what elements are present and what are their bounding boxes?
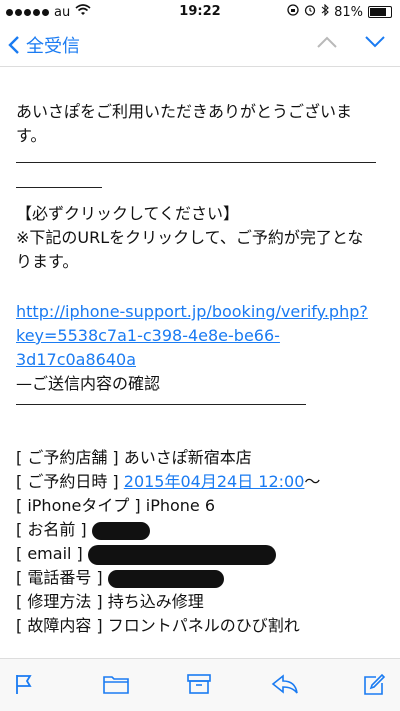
orientation-lock-icon xyxy=(287,4,299,20)
notice-line-1: ※下記のURLをクリックして、ご予約が完了とな xyxy=(16,228,364,247)
field-fault: [ 故障内容 ] フロントパネルのひび割れ xyxy=(16,616,300,635)
notice-line-2: ります。 xyxy=(16,252,79,271)
battery-percent: 81% xyxy=(334,4,363,20)
compose-icon xyxy=(364,673,386,695)
bottom-toolbar xyxy=(0,658,400,711)
status-right: 81% xyxy=(287,3,392,20)
field-phone: [ 電話番号 ] xyxy=(16,566,320,590)
redacted-block xyxy=(91,521,150,540)
back-button[interactable]: 全受信 xyxy=(8,32,80,58)
folder-icon xyxy=(103,676,129,694)
verify-link[interactable]: http://iphone-support.jp/booking/verify.… xyxy=(16,300,386,372)
chevron-left-icon xyxy=(8,36,19,54)
redacted-block xyxy=(87,544,276,565)
previous-message-button[interactable] xyxy=(316,34,338,53)
notice-title: 【必ずクリックしてください】 xyxy=(16,204,240,223)
bluetooth-icon xyxy=(321,3,329,20)
greeting-line-2: す。 xyxy=(16,126,47,145)
alarm-icon xyxy=(304,4,316,20)
field-name: [ お名前 ] xyxy=(16,518,320,542)
booking-details: [ ご予約店舗 ] あいさぽ新宿本店 [ ご予約日時 ] 2015年04月24日… xyxy=(16,446,320,638)
field-repair-method: [ 修理方法 ] 持ち込み修理 xyxy=(16,592,204,611)
back-label: 全受信 xyxy=(26,36,80,57)
confirm-heading: —ご送信内容の確認 xyxy=(16,374,161,393)
verify-link-line-1[interactable]: http://iphone-support.jp/booking/verify.… xyxy=(16,300,386,324)
nav-bar: 全受信 xyxy=(0,24,400,67)
field-email: [ email ] xyxy=(16,542,320,566)
reply-button[interactable] xyxy=(271,673,299,699)
divider xyxy=(16,187,102,188)
archive-icon xyxy=(187,674,211,694)
greeting: あいさぽをご利用いただきありがとうございま す。 xyxy=(16,100,352,148)
field-store: [ ご予約店舗 ] あいさぽ新宿本店 xyxy=(16,448,252,467)
reply-icon xyxy=(271,674,298,694)
datetime-link[interactable]: 2015年04月24日 12:00 xyxy=(124,472,305,491)
redacted-block xyxy=(107,569,224,588)
divider xyxy=(16,162,376,163)
divider xyxy=(16,404,306,405)
notice: 【必ずクリックしてください】 ※下記のURLをクリックして、ご予約が完了とな り… xyxy=(16,202,363,274)
status-bar: au 19:22 81% xyxy=(0,0,400,24)
field-iphone-type: [ iPhoneタイプ ] iPhone 6 xyxy=(16,496,216,515)
folder-button[interactable] xyxy=(103,673,129,699)
chevron-up-icon xyxy=(317,36,337,48)
message-nav xyxy=(316,34,386,53)
chevron-down-icon xyxy=(365,36,385,48)
battery-icon xyxy=(368,6,392,18)
flag-button[interactable] xyxy=(14,673,34,699)
verify-link-line-2[interactable]: key=5538c7a1-c398-4e8e-be66-3d17c0a8640a xyxy=(16,324,386,372)
compose-button[interactable] xyxy=(362,673,386,701)
greeting-line-1: あいさぽをご利用いただきありがとうございま xyxy=(16,102,353,121)
archive-button[interactable] xyxy=(187,673,211,699)
field-datetime: [ ご予約日時 ] 2015年04月24日 12:00〜 xyxy=(16,472,321,491)
email-body[interactable]: あいさぽをご利用いただきありがとうございま す。 【必ずクリックしてください】 … xyxy=(16,66,386,658)
flag-icon xyxy=(16,675,32,694)
next-message-button[interactable] xyxy=(364,34,386,53)
